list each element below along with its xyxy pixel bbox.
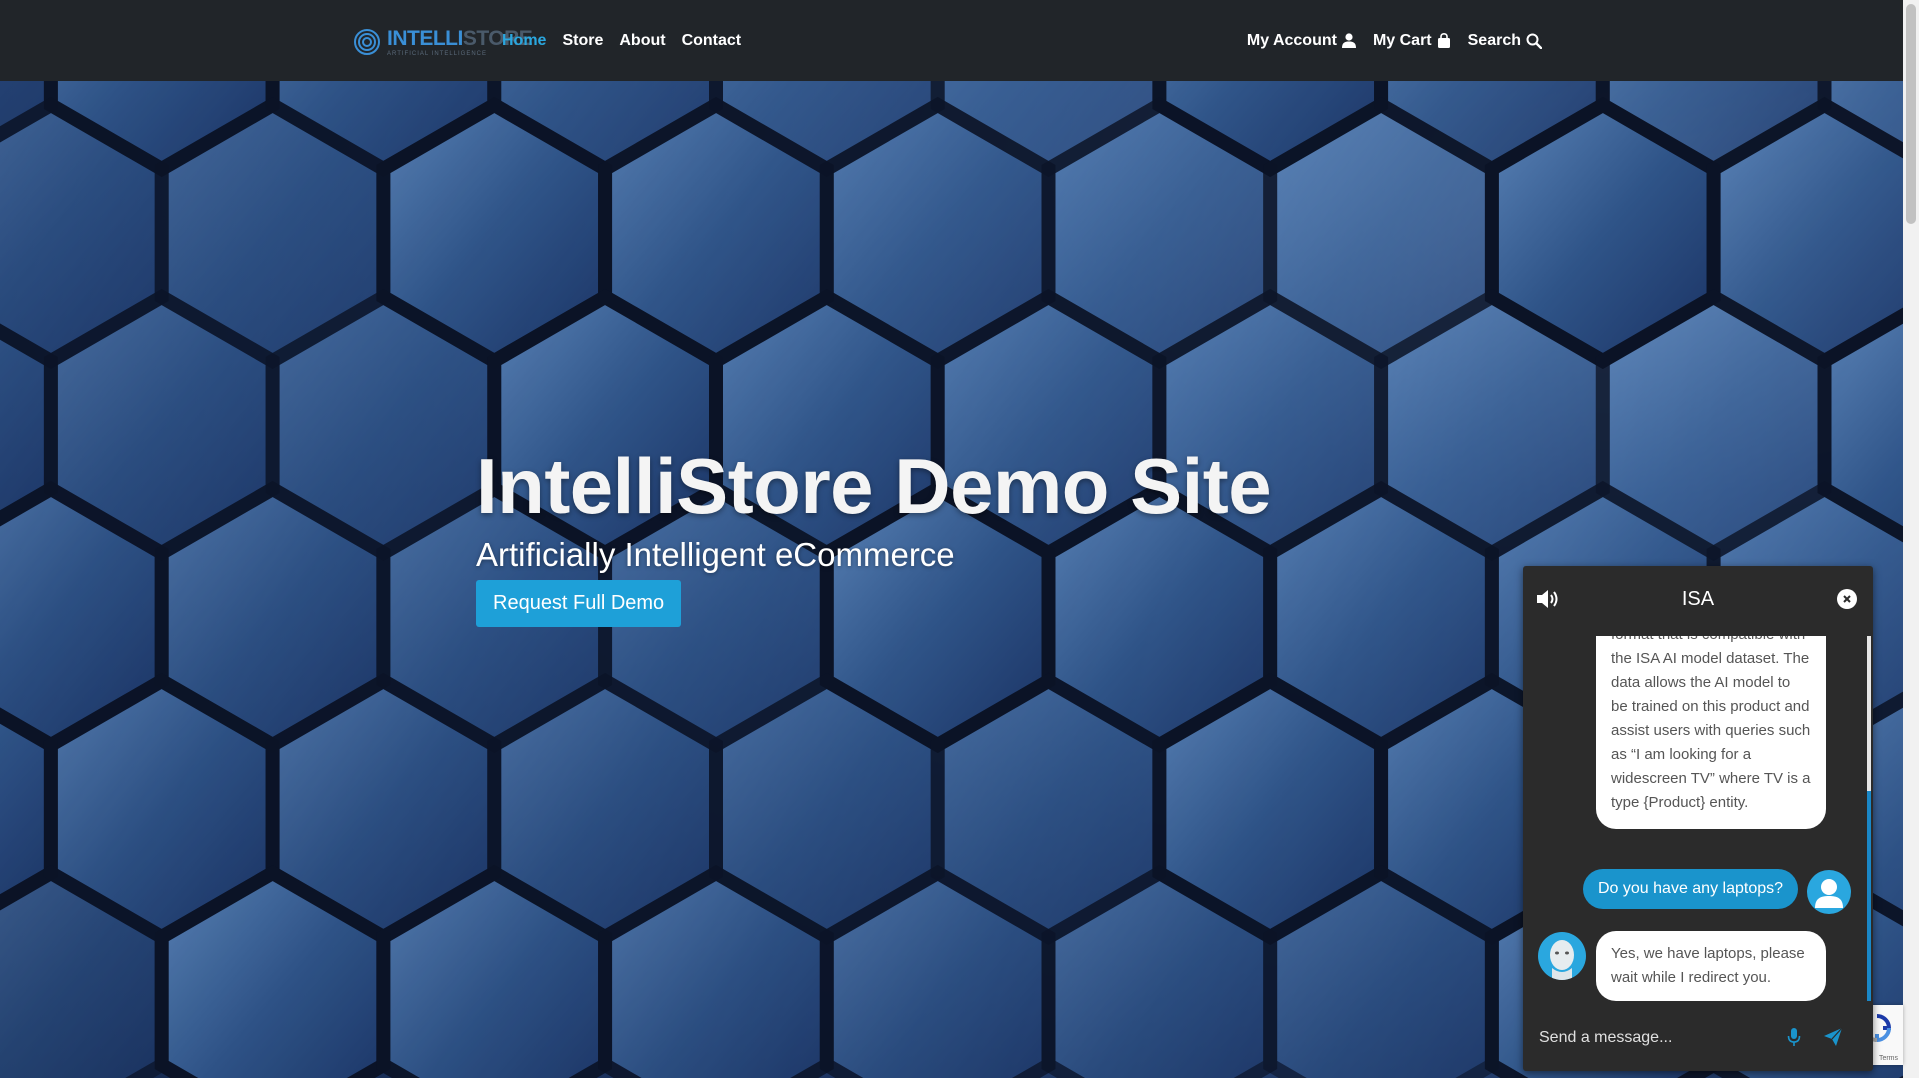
nav-store[interactable]: Store [562, 32, 603, 50]
nav-about[interactable]: About [619, 32, 665, 50]
user-message: Do you have any laptops? [1583, 869, 1799, 909]
microphone-icon[interactable] [1787, 1027, 1801, 1052]
my-account-label: My Account [1246, 31, 1337, 49]
search-label: Search [1467, 31, 1521, 49]
recaptcha-terms[interactable]: Terms [1879, 1055, 1898, 1062]
close-chat-button[interactable] [1837, 589, 1857, 609]
chat-input-bar [1523, 1001, 1873, 1071]
main-nav: Home Store About Contact [502, 0, 757, 81]
search-icon [1526, 33, 1542, 49]
chat-messages[interactable]: format that is compatible with the ISA A… [1523, 636, 1873, 1001]
chat-message-input[interactable] [1537, 1025, 1781, 1051]
nav-home[interactable]: Home [502, 32, 546, 50]
bot-message: Yes, we have laptops, please wait while … [1596, 931, 1826, 1001]
top-navbar: INTELLISTORE ARTIFICIAL INTELLIGENCE Hom… [0, 0, 1903, 81]
my-cart-label: My Cart [1372, 31, 1432, 49]
page-scrollbar-thumb[interactable] [1906, 4, 1916, 224]
shopping-bag-icon [1437, 33, 1450, 48]
page-scrollbar[interactable] [1903, 0, 1919, 1078]
logo-main: INTELLI [387, 26, 463, 50]
user-icon [1341, 33, 1356, 48]
isa-chat-widget: ISA format that is compatible with the I… [1523, 566, 1873, 1071]
user-avatar [1807, 870, 1851, 914]
search-link[interactable]: Search [1468, 32, 1542, 50]
request-demo-button[interactable]: Request Full Demo [476, 580, 682, 627]
chat-title: ISA [1681, 588, 1715, 610]
user-nav: My Account My Cart Search [1230, 0, 1542, 81]
chat-scrollbar-track [1867, 636, 1871, 796]
hero-subtitle: Artificially Intelligent eCommerce [476, 536, 955, 573]
logo-icon [354, 29, 380, 55]
chat-header: ISA [1523, 566, 1873, 636]
bot-message: format that is compatible with the ISA A… [1596, 636, 1826, 829]
nav-contact[interactable]: Contact [682, 32, 742, 50]
chat-scrollbar[interactable] [1867, 636, 1871, 1001]
bot-avatar [1538, 932, 1586, 980]
hero-title: IntelliStore Demo Site [476, 442, 1272, 530]
send-icon[interactable] [1823, 1027, 1843, 1052]
my-cart-link[interactable]: My Cart [1373, 32, 1451, 50]
my-account-link[interactable]: My Account [1247, 32, 1356, 50]
robot-head-icon [1550, 940, 1574, 980]
hero-content: IntelliStore Demo Site Artificially Inte… [476, 441, 1272, 627]
close-icon [1843, 595, 1851, 603]
user-avatar-icon [1815, 879, 1843, 908]
chat-scrollbar-thumb[interactable] [1867, 791, 1871, 1001]
